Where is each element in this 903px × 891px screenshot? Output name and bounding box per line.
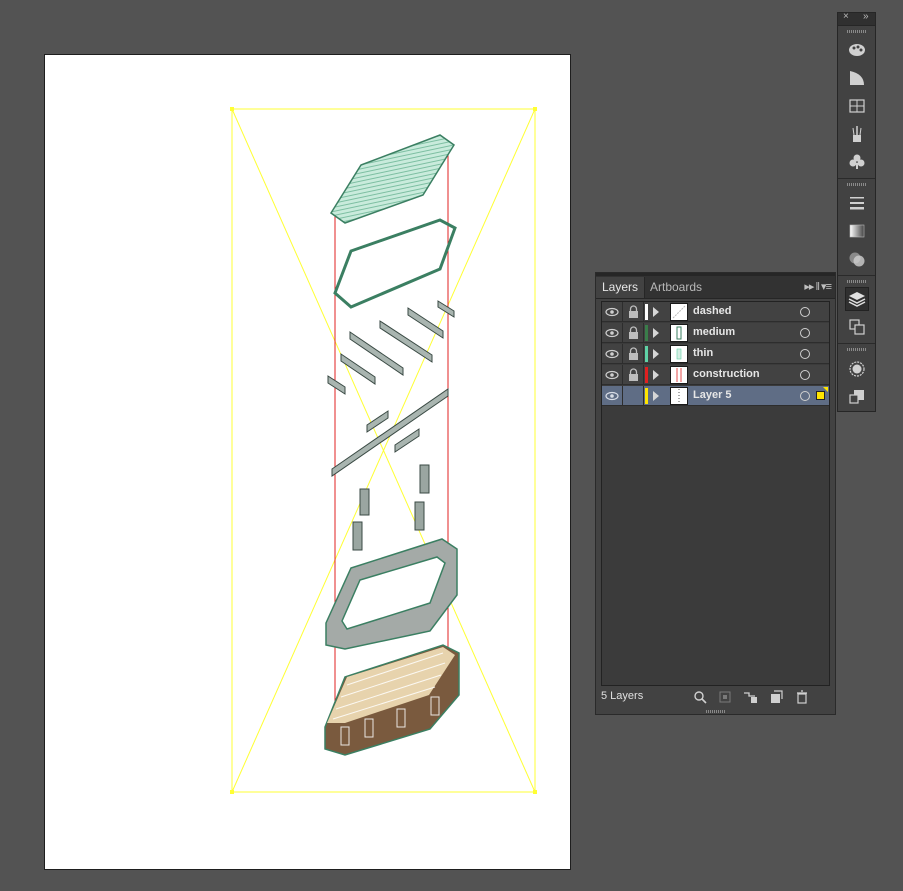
- visibility-toggle[interactable]: [602, 302, 623, 322]
- eye-icon: [605, 349, 619, 359]
- layer-row-construction[interactable]: construction: [602, 365, 829, 385]
- layer-thumbnail: [670, 366, 688, 384]
- locate-object-icon[interactable]: [692, 689, 708, 705]
- layers-panel-button[interactable]: [845, 287, 869, 311]
- layer-list[interactable]: dashed medium thin construction Layer 5: [601, 301, 830, 686]
- symbols-icon[interactable]: [847, 152, 867, 172]
- lock-toggle[interactable]: [623, 302, 644, 322]
- layer-name[interactable]: Layer 5: [693, 389, 732, 401]
- visibility-toggle[interactable]: [602, 344, 623, 364]
- frame-outline[interactable]: [333, 218, 457, 309]
- layer-color-swatch: [645, 367, 648, 383]
- layer-thumbnail: [670, 324, 688, 342]
- layer-row-dashed[interactable]: dashed: [602, 302, 829, 322]
- swatches-icon[interactable]: [847, 96, 867, 116]
- expand-triangle-icon[interactable]: [653, 370, 659, 380]
- post-parts[interactable]: [352, 464, 430, 551]
- layer-row-thin[interactable]: thin: [602, 344, 829, 364]
- dock-header[interactable]: × »: [838, 11, 875, 26]
- visibility-toggle[interactable]: [602, 386, 623, 406]
- selection-indicator[interactable]: [816, 391, 825, 400]
- panel-menu-icon[interactable]: ▸▸ ‖ ▾≡: [804, 280, 832, 293]
- expand-triangle-icon[interactable]: [653, 391, 659, 401]
- dock-separator: [838, 275, 875, 276]
- dock-group-grip[interactable]: [847, 280, 867, 283]
- dock-group-grip[interactable]: [847, 183, 867, 186]
- graphic-styles-icon[interactable]: [847, 387, 867, 407]
- target-circle-icon[interactable]: [800, 370, 810, 380]
- lock-icon: [629, 326, 638, 339]
- expand-triangle-icon[interactable]: [653, 349, 659, 359]
- expand-panels-icon[interactable]: »: [863, 11, 869, 22]
- target-circle-icon[interactable]: [800, 391, 810, 401]
- layer-row-medium[interactable]: medium: [602, 323, 829, 343]
- eye-icon: [605, 370, 619, 380]
- visibility-toggle[interactable]: [602, 323, 623, 343]
- eye-icon: [605, 328, 619, 338]
- lock-toggle[interactable]: [623, 344, 644, 364]
- brushes-icon[interactable]: [847, 124, 867, 144]
- gradient-icon[interactable]: [847, 221, 867, 241]
- dock-separator: [838, 343, 875, 344]
- tab-layers[interactable]: Layers: [596, 277, 646, 298]
- layer-name[interactable]: dashed: [693, 305, 732, 317]
- artwork-canvas[interactable]: [45, 55, 572, 871]
- lock-icon: [629, 305, 638, 318]
- dock-group-grip[interactable]: [847, 30, 867, 33]
- delete-icon[interactable]: [794, 689, 810, 705]
- create-sublayer-icon[interactable]: [742, 689, 758, 705]
- current-layer-indicator: [823, 387, 828, 392]
- layer-color-swatch: [645, 325, 648, 341]
- panel-footer: 5 Layers: [596, 687, 835, 707]
- layer-thumbnail: [670, 387, 688, 405]
- lock-toggle[interactable]: [623, 386, 644, 406]
- base-platform[interactable]: [324, 644, 460, 756]
- panel-resize-grip[interactable]: [706, 710, 726, 713]
- make-clipping-mask-icon[interactable]: [717, 689, 733, 705]
- target-circle-icon[interactable]: [800, 328, 810, 338]
- layer-name[interactable]: medium: [693, 326, 735, 338]
- lock-icon: [629, 347, 638, 360]
- layer-color-swatch: [645, 346, 648, 362]
- color-guide-icon[interactable]: [847, 40, 867, 60]
- lock-icon: [629, 368, 638, 381]
- panel-tab-bar: Layers Artboards ▸▸ ‖ ▾≡: [596, 276, 835, 299]
- layers-panel: Layers Artboards ▸▸ ‖ ▾≡ dashed medium t…: [595, 272, 836, 715]
- expand-triangle-icon[interactable]: [653, 307, 659, 317]
- transparency-icon[interactable]: [847, 249, 867, 269]
- appearance-icon[interactable]: [847, 359, 867, 379]
- layer-color-swatch: [645, 388, 648, 404]
- layer-name[interactable]: construction: [693, 368, 760, 380]
- eye-icon: [605, 391, 619, 401]
- layer-count: 5 Layers: [601, 690, 644, 702]
- close-icon[interactable]: ×: [843, 11, 849, 22]
- lock-toggle[interactable]: [623, 365, 644, 385]
- expand-triangle-icon[interactable]: [653, 328, 659, 338]
- layer-name[interactable]: thin: [693, 347, 713, 359]
- wall-ring[interactable]: [325, 538, 458, 650]
- layers-icon: [848, 292, 866, 307]
- dock-group-grip[interactable]: [847, 348, 867, 351]
- panel-dock: × »: [837, 11, 876, 412]
- stroke-icon[interactable]: [847, 193, 867, 213]
- tabletop-panel[interactable]: [329, 134, 456, 224]
- layer-row-layer-5[interactable]: Layer 5: [602, 386, 829, 406]
- tab-artboards[interactable]: Artboards: [644, 277, 708, 298]
- visibility-toggle[interactable]: [602, 365, 623, 385]
- color-icon[interactable]: [847, 68, 867, 88]
- layer-thumbnail: [670, 345, 688, 363]
- artboard[interactable]: [44, 54, 571, 870]
- target-circle-icon[interactable]: [800, 307, 810, 317]
- eye-icon: [605, 307, 619, 317]
- artboards-icon[interactable]: [847, 317, 867, 337]
- lock-toggle[interactable]: [623, 323, 644, 343]
- dock-separator: [838, 178, 875, 179]
- layer-thumbnail: [670, 303, 688, 321]
- layer-color-swatch: [645, 304, 648, 320]
- target-circle-icon[interactable]: [800, 349, 810, 359]
- new-layer-icon[interactable]: [768, 689, 784, 705]
- beam-parts[interactable]: [327, 300, 455, 477]
